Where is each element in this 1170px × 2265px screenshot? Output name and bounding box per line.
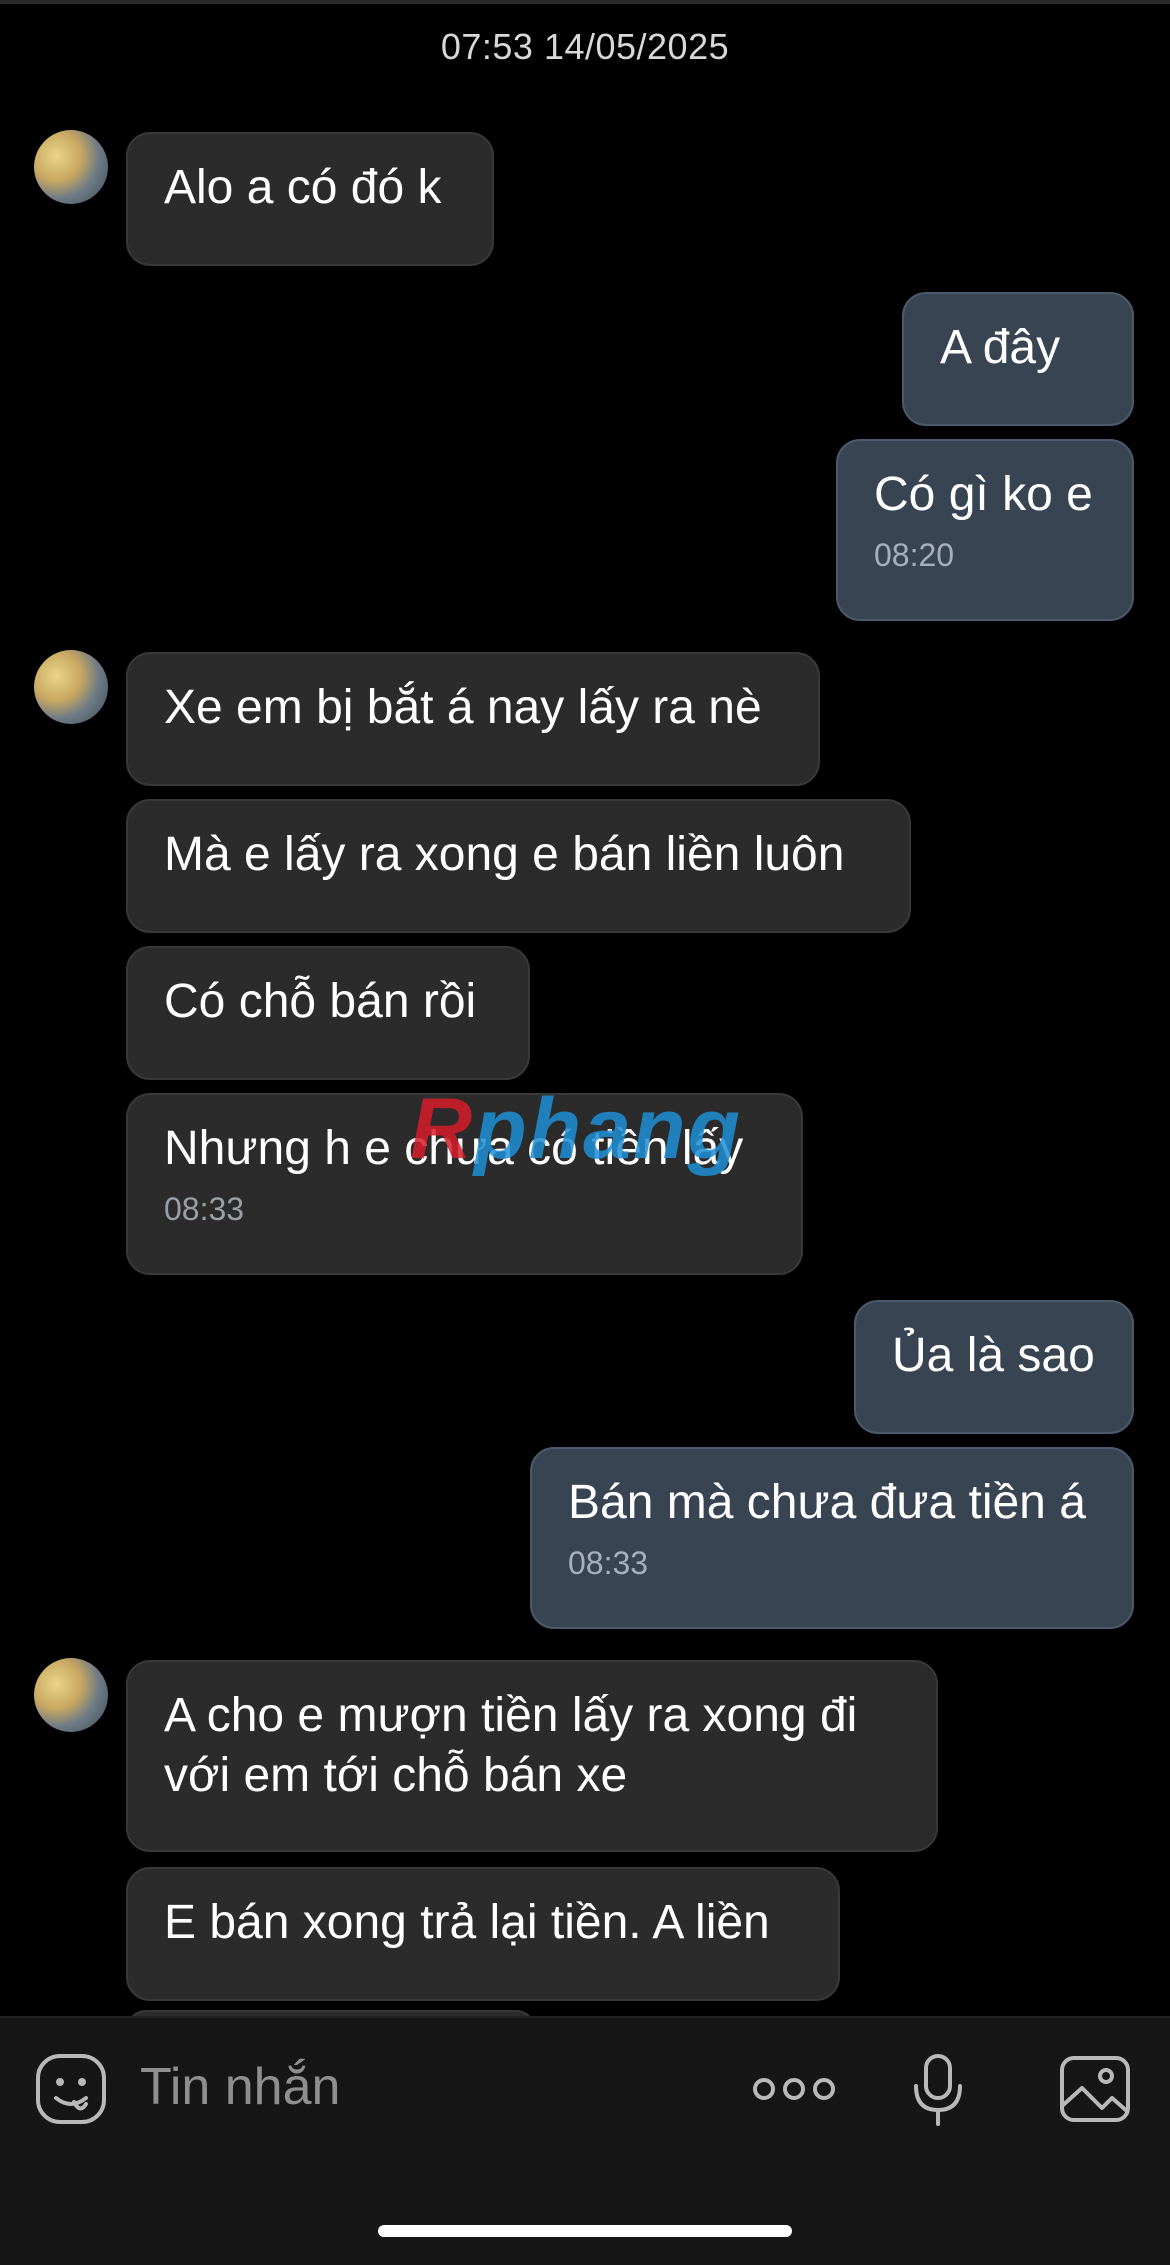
status-divider <box>0 0 1170 4</box>
outgoing-message[interactable]: Có gì ko e 08:20 <box>836 439 1134 621</box>
incoming-message[interactable]: A cho e mượn tiền lấy ra xong đi với em … <box>126 1660 938 1852</box>
watermark-logo: Rphang <box>410 1081 743 1177</box>
message-text: Có gì ko e <box>874 468 1093 521</box>
microphone-icon[interactable] <box>910 2052 966 2128</box>
incoming-message[interactable]: Xe em bị bắt á nay lấy ra nè <box>126 652 820 786</box>
incoming-message[interactable]: E bán xong trả lại tiền. A liền <box>126 1867 840 2001</box>
image-icon[interactable] <box>1058 2054 1132 2124</box>
message-text: Bán mà chưa đưa tiền á <box>568 1476 1086 1529</box>
message-time: 08:33 <box>164 1191 245 1227</box>
message-text: A đây <box>940 321 1061 374</box>
message-time: 08:33 <box>568 1545 649 1581</box>
conversation-timestamp: 07:53 14/05/2025 <box>440 26 730 67</box>
incoming-message[interactable]: Alo a có đó k <box>126 132 494 266</box>
message-text-line: A cho e mượn tiền lấy ra xong đi <box>164 1689 858 1742</box>
message-text: Alo a có đó k <box>164 161 442 214</box>
more-icon[interactable] <box>752 2074 836 2104</box>
outgoing-message[interactable]: Ủa là sao <box>854 1300 1134 1434</box>
home-indicator[interactable] <box>378 2225 792 2237</box>
message-input[interactable]: Tin nhắn <box>140 2055 340 2119</box>
message-text: Ủa là sao <box>892 1329 1095 1382</box>
message-text-line: với em tới chỗ bán xe <box>164 1749 628 1802</box>
message-text: Có chỗ bán rồi <box>164 975 477 1028</box>
emoji-icon[interactable] <box>34 2052 108 2126</box>
contact-avatar[interactable] <box>34 1658 108 1732</box>
message-text: Xe em bị bắt á nay lấy ra nè <box>164 681 762 734</box>
outgoing-message[interactable]: A đây <box>902 292 1134 426</box>
contact-avatar[interactable] <box>34 130 108 204</box>
message-text: Mà e lấy ra xong e bán liền luôn <box>164 828 845 881</box>
outgoing-message[interactable]: Bán mà chưa đưa tiền á 08:33 <box>530 1447 1134 1629</box>
incoming-message[interactable]: Mà e lấy ra xong e bán liền luôn <box>126 799 911 933</box>
message-text: E bán xong trả lại tiền. A liền <box>164 1896 770 1949</box>
message-time: 08:20 <box>874 537 955 573</box>
incoming-message[interactable]: Có chỗ bán rồi <box>126 946 530 1080</box>
contact-avatar[interactable] <box>34 650 108 724</box>
